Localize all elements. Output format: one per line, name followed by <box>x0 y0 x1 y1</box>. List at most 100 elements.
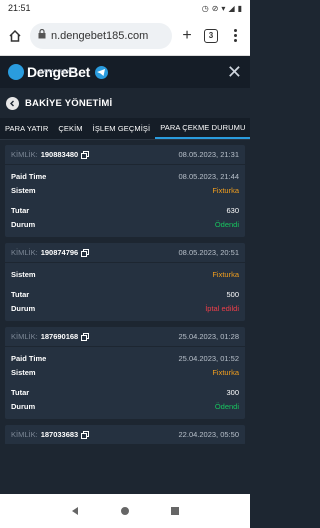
id-value: 187690168 <box>40 332 79 341</box>
transaction-id: KİMLİK: 187033683 <box>11 430 90 439</box>
tab-switcher-button[interactable]: 3 <box>202 27 220 45</box>
transaction-details: Paid Time 08.05.2023, 21:44 Sistem Fixtu… <box>5 165 245 237</box>
browser-menu-icon[interactable] <box>226 27 244 45</box>
signal-icon: ◢ <box>228 3 235 13</box>
android-nav-bar <box>0 494 250 528</box>
transaction-card: KİMLİK: 190883480 08.05.2023, 21:31 Paid… <box>5 145 245 237</box>
transaction-date: 25.04.2023, 01:28 <box>178 332 239 341</box>
lock-icon <box>38 28 46 42</box>
transaction-id: KİMLİK: 190883480 <box>11 150 90 159</box>
system-label: Sistem <box>11 269 36 279</box>
back-button[interactable] <box>6 96 19 110</box>
id-label: KİMLİK: <box>11 332 38 341</box>
wifi-icon: ▾ <box>221 3 226 13</box>
transaction-id: KİMLİK: 190874796 <box>11 248 90 257</box>
page-title-row: BAKİYE YÖNETİMİ <box>0 88 250 118</box>
status-value: Ödendi <box>214 219 239 229</box>
system-value: Fixturka <box>212 185 239 195</box>
status-label: Durum <box>11 401 36 411</box>
transaction-header: KİMLİK: 187033683 22.04.2023, 05:50 <box>5 425 245 445</box>
id-label: KİMLİK: <box>11 430 38 439</box>
system-row: Sistem Fixturka <box>11 365 239 379</box>
system-label: Sistem <box>11 367 36 377</box>
copy-icon[interactable] <box>81 430 90 439</box>
nav-back-icon[interactable] <box>70 506 80 516</box>
transaction-header: KİMLİK: 187690168 25.04.2023, 01:28 <box>5 327 245 347</box>
amount-label: Tutar <box>11 387 30 397</box>
url-bar[interactable]: n.dengebet185.com <box>30 22 172 49</box>
transaction-date: 08.05.2023, 21:31 <box>178 150 239 159</box>
transaction-card: KİMLİK: 187033683 22.04.2023, 05:50 <box>5 425 245 445</box>
id-value: 187033683 <box>40 430 79 439</box>
transaction-header: KİMLİK: 190874796 08.05.2023, 20:51 <box>5 243 245 263</box>
amount-row: Tutar 630 <box>11 203 239 217</box>
paid-time-label: Paid Time <box>11 353 47 363</box>
nav-recents-icon[interactable] <box>170 506 180 516</box>
amount-label: Tutar <box>11 205 30 215</box>
browser-toolbar: n.dengebet185.com + 3 <box>0 16 250 56</box>
copy-icon[interactable] <box>81 332 90 341</box>
transaction-date: 22.04.2023, 05:50 <box>178 430 239 439</box>
alarm-icon: ◷ <box>201 3 209 13</box>
home-icon[interactable] <box>6 27 24 45</box>
status-bar: 21:51 ◷ ⊘ ▾ ◢ ▮ <box>0 0 250 16</box>
status-row: Durum Ödendi <box>11 399 239 413</box>
url-text: n.dengebet185.com <box>51 29 149 42</box>
transaction-header: KİMLİK: 190883480 08.05.2023, 21:31 <box>5 145 245 165</box>
chevron-left-icon <box>10 100 14 106</box>
id-label: KİMLİK: <box>11 248 38 257</box>
tab-withdraw[interactable]: ÇEKİM <box>53 118 87 139</box>
status-label: Durum <box>11 219 36 229</box>
logo-mark-icon <box>8 64 24 80</box>
paid-time-row: Paid Time 25.04.2023, 01:52 <box>11 351 239 365</box>
new-tab-icon[interactable]: + <box>178 27 196 45</box>
amount-row: Tutar 500 <box>11 287 239 301</box>
system-label: Sistem <box>11 185 36 195</box>
close-icon[interactable]: ✕ <box>227 63 242 81</box>
status-label: Durum <box>11 303 36 313</box>
telegram-icon[interactable] <box>94 65 108 79</box>
battery-icon: ▮ <box>237 3 242 13</box>
status-value: Ödendi <box>214 401 239 411</box>
status-time: 21:51 <box>8 3 31 13</box>
tab-bar: PARA YATIR ÇEKİM İŞLEM GEÇMİŞİ PARA ÇEKM… <box>0 118 250 140</box>
transaction-details: Paid Time 25.04.2023, 01:52 Sistem Fixtu… <box>5 347 245 419</box>
system-value: Fixturka <box>212 269 239 279</box>
amount-value: 300 <box>226 387 239 397</box>
status-row: Durum Ödendi <box>11 217 239 231</box>
transaction-id: KİMLİK: 187690168 <box>11 332 90 341</box>
system-row: Sistem Fixturka <box>11 183 239 197</box>
id-value: 190874796 <box>40 248 79 257</box>
status-row: Durum İptal edildi <box>11 301 239 315</box>
transaction-card: KİMLİK: 190874796 08.05.2023, 20:51 Sist… <box>5 243 245 321</box>
mute-icon: ⊘ <box>211 3 219 13</box>
status-value: İptal edildi <box>205 303 239 313</box>
id-label: KİMLİK: <box>11 150 38 159</box>
amount-value: 630 <box>226 205 239 215</box>
nav-home-icon[interactable] <box>120 506 130 516</box>
amount-label: Tutar <box>11 289 30 299</box>
copy-icon[interactable] <box>81 248 90 257</box>
tab-count: 3 <box>204 28 218 43</box>
tab-deposit[interactable]: PARA YATIR <box>0 118 53 139</box>
paid-time-label: Paid Time <box>11 171 47 181</box>
page-title: BAKİYE YÖNETİMİ <box>25 97 113 109</box>
paid-time-value: 25.04.2023, 01:52 <box>178 353 239 363</box>
copy-icon[interactable] <box>81 150 90 159</box>
transaction-card: KİMLİK: 187690168 25.04.2023, 01:28 Paid… <box>5 327 245 419</box>
id-value: 190883480 <box>40 150 79 159</box>
system-row: Sistem Fixturka <box>11 267 239 281</box>
transaction-details: Sistem Fixturka Tutar 500 Durum İptal ed… <box>5 263 245 321</box>
brand-tagline: PARA - KEYFİ <box>40 69 76 75</box>
tab-history[interactable]: İŞLEM GEÇMİŞİ <box>88 118 156 139</box>
amount-row: Tutar 300 <box>11 385 239 399</box>
amount-value: 500 <box>226 289 239 299</box>
status-icons: ◷ ⊘ ▾ ◢ ▮ <box>202 4 242 13</box>
app-header: DengeBet ✕ <box>0 56 250 88</box>
paid-time-value: 08.05.2023, 21:44 <box>178 171 239 181</box>
tab-withdraw-status[interactable]: PARA ÇEKME DURUMU <box>155 118 250 139</box>
transaction-list: KİMLİK: 190883480 08.05.2023, 21:31 Paid… <box>0 140 250 445</box>
system-value: Fixturka <box>212 367 239 377</box>
paid-time-row: Paid Time 08.05.2023, 21:44 <box>11 169 239 183</box>
transaction-date: 08.05.2023, 20:51 <box>178 248 239 257</box>
